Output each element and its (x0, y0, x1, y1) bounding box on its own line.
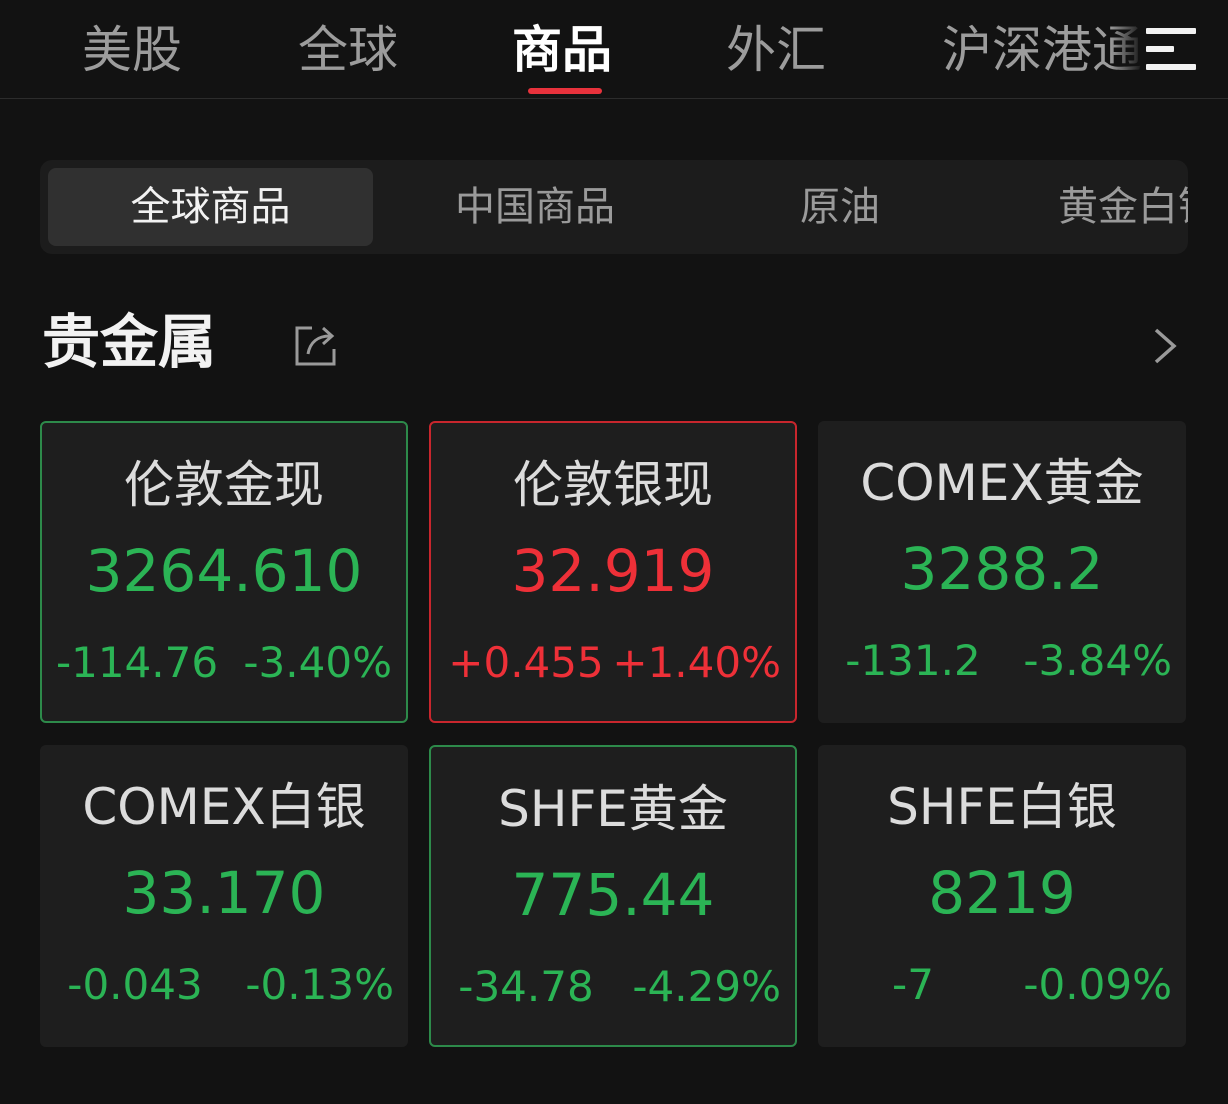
subtab-crude-oil[interactable]: 原油 (740, 168, 940, 246)
quote-change: +0.455 (448, 638, 604, 687)
quote-change: -0.043 (67, 960, 203, 1009)
quote-change: -114.76 (55, 638, 219, 687)
quote-change: -131.2 (845, 636, 981, 685)
quote-name: COMEX黄金 (860, 454, 1144, 512)
quote-card-london-silver[interactable]: 伦敦银现 32.919 +0.455 +1.40% (429, 421, 797, 723)
quote-price: 8219 (928, 859, 1076, 927)
quote-price: 33.170 (122, 859, 326, 927)
quote-price: 3264.610 (85, 537, 363, 605)
quote-change-percent: +1.40% (612, 638, 781, 687)
top-tab-bar: 美股 全球 商品 外汇 沪深港通 (0, 0, 1228, 99)
active-tab-indicator (528, 88, 602, 94)
tab-global[interactable]: 全球 (298, 18, 398, 82)
quote-card-comex-gold[interactable]: COMEX黄金 3288.2 -131.2 -3.84% (818, 421, 1186, 723)
subtab-gold-silver[interactable]: 黄金白银 (1058, 168, 1188, 246)
quote-change-percent: -0.09% (1023, 960, 1172, 1009)
tab-us-stocks[interactable]: 美股 (82, 18, 182, 82)
quote-name: COMEX白银 (82, 778, 366, 836)
quote-name: SHFE白银 (887, 778, 1117, 836)
subtab-china-commodities[interactable]: 中国商品 (410, 168, 660, 246)
tab-forex[interactable]: 外汇 (726, 18, 826, 82)
quote-price: 775.44 (511, 861, 715, 929)
quote-change-percent: -0.13% (245, 960, 394, 1009)
quote-name: 伦敦银现 (513, 456, 713, 514)
quote-name: 伦敦金现 (124, 456, 324, 514)
quote-change-percent: -3.40% (243, 638, 392, 687)
tab-commodities[interactable]: 商品 (512, 18, 612, 82)
subtab-global-commodities[interactable]: 全球商品 (48, 168, 373, 246)
quote-change: -7 (892, 960, 934, 1009)
quote-card-shfe-gold[interactable]: SHFE黄金 775.44 -34.78 -4.29% (429, 745, 797, 1047)
quote-change: -34.78 (458, 962, 594, 1011)
share-icon[interactable] (292, 322, 338, 368)
quote-price: 32.919 (511, 537, 715, 605)
section-title: 贵金属 (42, 308, 217, 376)
quote-price: 3288.2 (900, 535, 1104, 603)
sub-tab-bar: 全球商品 中国商品 原油 黄金白银 (40, 160, 1188, 254)
quote-card-london-gold[interactable]: 伦敦金现 3264.610 -114.76 -3.40% (40, 421, 408, 723)
quote-card-comex-silver[interactable]: COMEX白银 33.170 -0.043 -0.13% (40, 745, 408, 1047)
quote-change-percent: -3.84% (1023, 636, 1172, 685)
menu-icon[interactable] (1146, 28, 1196, 70)
quote-card-shfe-silver[interactable]: SHFE白银 8219 -7 -0.09% (818, 745, 1186, 1047)
quote-name: SHFE黄金 (498, 780, 728, 838)
chevron-right-icon[interactable] (1150, 322, 1182, 370)
quote-change-percent: -4.29% (632, 962, 781, 1011)
